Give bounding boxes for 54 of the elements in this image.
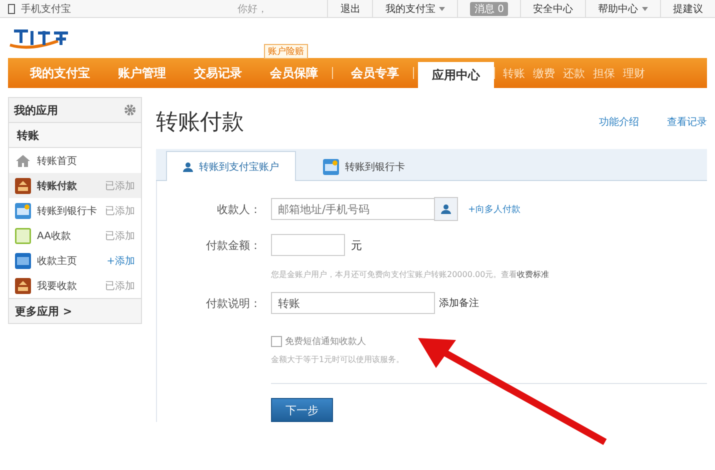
add-status: 已添加 [105,230,135,242]
multi-pay-link[interactable]: +向多人付款 [468,202,521,216]
add-note-link[interactable]: 添加备注 [439,296,479,310]
card-icon [323,158,339,174]
top-link[interactable]: 安全中心 [533,2,573,16]
header-link[interactable]: 查看记录 [667,115,707,129]
sidebar-item[interactable]: 我要收款 已添加 [9,273,141,298]
box-icon [15,178,31,194]
sms-hint: 金额大于等于1元时可以使用该服务。 [271,355,404,364]
mobile-link[interactable]: 手机支付宝 [21,2,71,16]
sidebar-item[interactable]: 收款主页 +添加 [9,248,141,273]
top-link[interactable]: 帮助中心 [598,2,638,16]
add-status: 已添加 [105,180,135,192]
box-icon [15,278,31,294]
note-label: 付款说明： [205,296,262,310]
top-link[interactable]: 我的支付宝 [385,2,436,16]
amount-hint: 您是金账户用户，本月还可免费向支付宝账户转账20000.00元。查看收费标准 [271,268,550,282]
amount-label: 付款金额： [205,238,262,252]
card-icon [15,202,31,218]
sidebar-section: 转账 [17,128,39,142]
card-icon [15,252,31,268]
greeting: 你好， [237,2,268,16]
top-link[interactable]: 退出 [340,2,360,16]
next-button[interactable]: 下一步 [271,398,333,422]
payee-label: 收款人： [216,202,262,216]
sidebar-item[interactable]: 转账到银行卡 已添加 [9,198,141,223]
add-status: 已添加 [105,204,135,218]
phone-icon [8,4,15,14]
transfer-tab[interactable]: 转账到支付宝账户 [166,151,296,181]
unit-label: 元 [351,238,362,252]
contacts-button[interactable] [434,197,458,221]
person-icon [183,162,193,172]
amount-field[interactable] [271,234,345,256]
fee-link[interactable]: 收费标准 [517,268,550,280]
page-title: 转账付款 [156,109,245,137]
add-status[interactable]: +添加 [106,254,135,268]
transfer-tab[interactable]: 转账到银行卡 [306,151,422,181]
more-apps-link[interactable]: 更多应用 > [9,298,141,323]
nav-tab[interactable]: 应用中心 [418,62,494,88]
sms-checkbox[interactable] [271,336,282,347]
nav-badge: 账户险赔 [264,44,308,59]
note-field[interactable]: 转账 [271,292,435,314]
home-icon [15,154,31,168]
header-link[interactable]: 功能介绍 [599,115,639,129]
settings-icon[interactable] [124,104,136,116]
sidebar-title: 我的应用 [14,102,58,118]
person-icon [441,204,451,214]
add-status: 已添加 [105,280,135,292]
sidebar-item[interactable]: 转账首页 [9,148,141,173]
top-link[interactable]: 提建议 [673,2,703,16]
sidebar-item[interactable]: AA收款 已添加 [9,223,141,248]
sidebar-item[interactable]: 转账付款 已添加 [9,173,141,198]
sms-label: 免费短信通知收款人 [285,336,366,348]
payee-field[interactable]: 邮箱地址/手机号码 [271,198,435,220]
